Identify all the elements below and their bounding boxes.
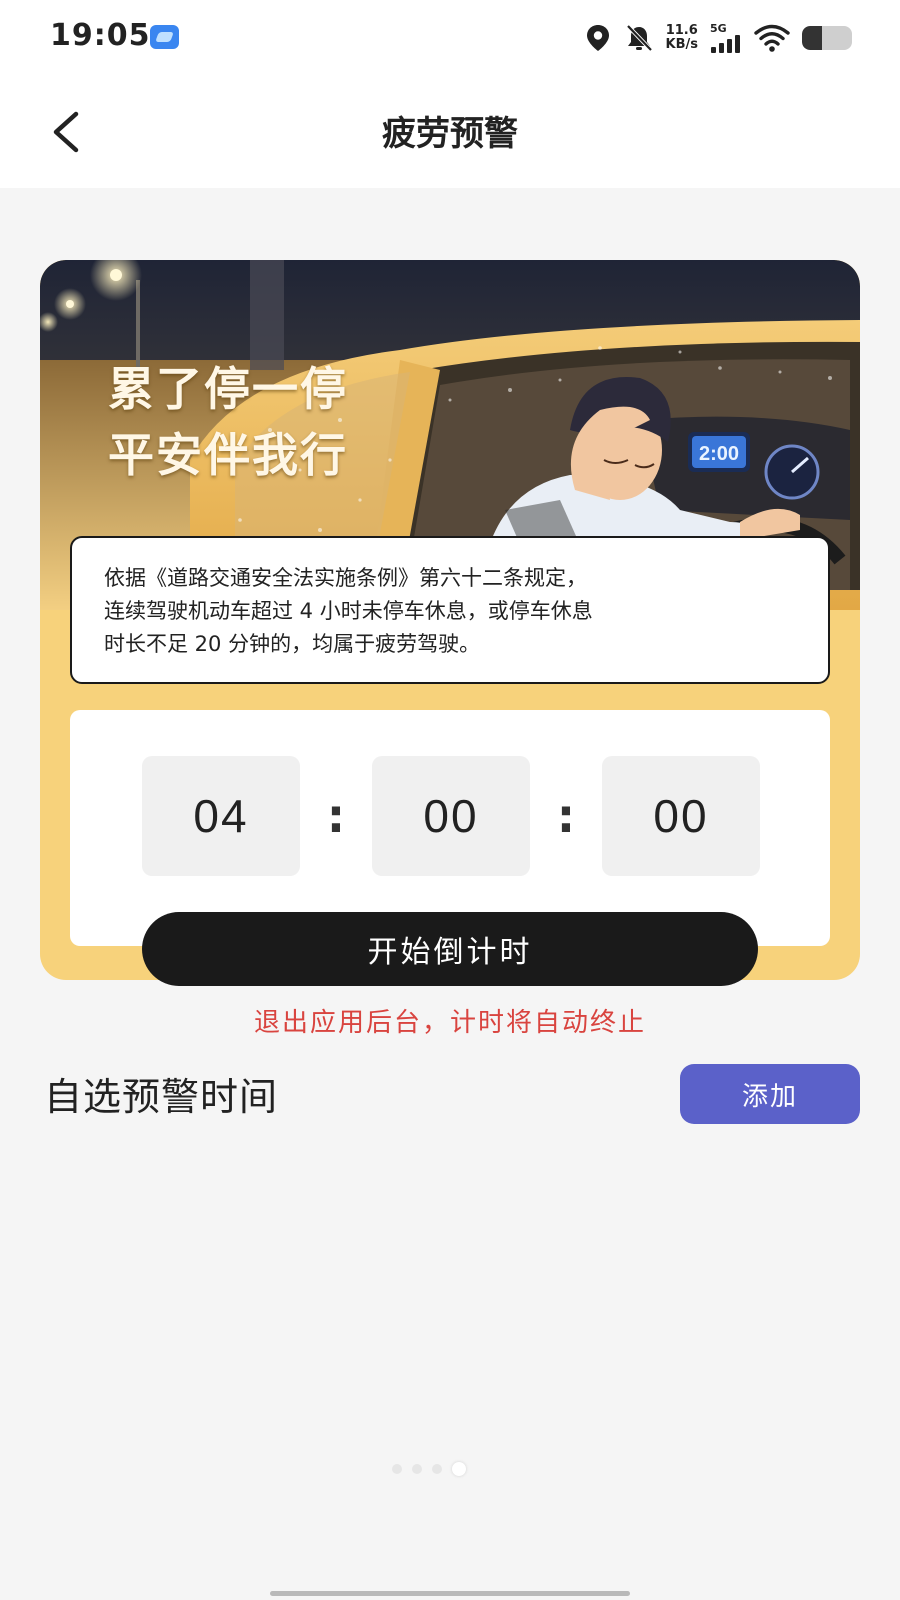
network-speed-unit: KB/s	[665, 37, 698, 52]
page-title: 疲劳预警	[382, 114, 518, 154]
location-icon	[586, 25, 609, 51]
page-dot[interactable]	[432, 1464, 442, 1474]
law-notice: 依据《道路交通安全法实施条例》第六十二条规定， 连续驾驶机动车超过 4 小时未停…	[70, 536, 830, 684]
battery-level-fill	[802, 26, 822, 50]
network-speed-value: 11.6	[665, 23, 698, 38]
page-header: 疲劳预警	[0, 76, 900, 188]
timer-seconds[interactable]: 00	[602, 756, 760, 876]
page-dot-active[interactable]	[452, 1462, 466, 1476]
law-notice-line-2: 连续驾驶机动车超过 4 小时未停车休息，或停车休息	[104, 599, 593, 623]
law-notice-line-1: 依据《道路交通安全法实施条例》第六十二条规定，	[104, 566, 587, 590]
custom-alert-time-title: 自选预警时间	[44, 1075, 279, 1119]
timer-panel: 04 : 00 : 00	[70, 710, 830, 946]
status-icons: 11.6 KB/s 5G	[584, 20, 852, 56]
law-notice-line-3: 时长不足 20 分钟的，均属于疲劳驾驶。	[104, 632, 481, 656]
dashboard-clock: 2:00	[699, 443, 739, 465]
timer-display: 04 : 00 : 00	[142, 756, 760, 876]
battery-icon	[802, 26, 852, 50]
signal-label: 5G	[710, 21, 727, 35]
timer-separator: :	[556, 789, 576, 843]
status-time: 19:05	[50, 18, 151, 53]
signal-icon	[711, 34, 740, 53]
signal-indicator: 5G	[710, 23, 742, 54]
wifi-icon	[754, 24, 790, 52]
status-bar: 19:05 11.6 KB/s 5G	[0, 0, 900, 76]
start-countdown-button[interactable]: 开始倒计时	[142, 912, 758, 986]
slogan-line-2: 平安伴我行	[108, 428, 348, 482]
page-dot[interactable]	[392, 1464, 402, 1474]
network-speed: 11.6 KB/s	[666, 24, 698, 52]
hero-slogan: 累了停一停 平安伴我行	[108, 356, 348, 488]
slogan-line-1: 累了停一停	[108, 362, 348, 416]
app-badge-icon	[150, 25, 179, 49]
bell-muted-icon	[626, 24, 652, 52]
add-button[interactable]: 添加	[680, 1064, 860, 1124]
background-warning-text: 退出应用后台，计时将自动终止	[253, 1008, 646, 1038]
home-indicator[interactable]	[270, 1591, 630, 1596]
timer-hours[interactable]: 04	[142, 756, 300, 876]
fatigue-warning-screen: 19:05 11.6 KB/s 5G 疲劳预警 2:00 累了停一停 平安伴我行…	[0, 0, 900, 1600]
timer-separator: :	[326, 789, 346, 843]
page-dot[interactable]	[412, 1464, 422, 1474]
fatigue-card: 2:00 累了停一停 平安伴我行 依据《道路交通安全法实施条例》第六十二条规定，…	[40, 260, 860, 980]
page-indicator	[392, 1462, 466, 1476]
timer-minutes[interactable]: 00	[372, 756, 530, 876]
